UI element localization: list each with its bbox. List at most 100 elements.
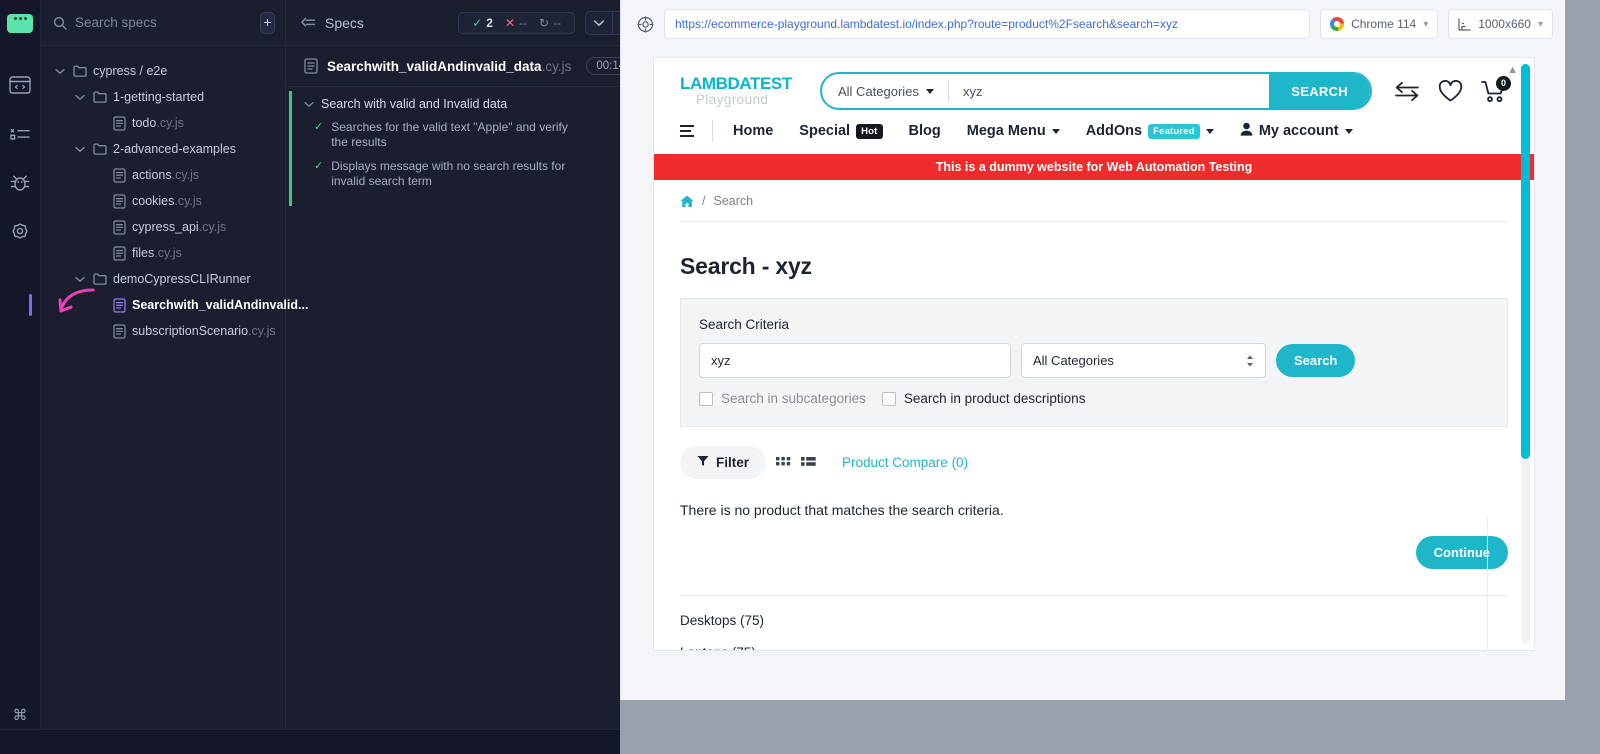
suite-header[interactable]: Search with valid and Invalid data — [304, 97, 635, 111]
spec-file-extension: .cy.js — [541, 58, 572, 74]
chevron-down-icon[interactable] — [586, 12, 612, 34]
tree-file-row[interactable]: subscriptionScenario.cy.js — [41, 318, 285, 344]
tree-folder-row[interactable]: 1-getting-started — [41, 84, 285, 110]
nav-item-home[interactable]: Home — [733, 123, 773, 139]
nav-item-special[interactable]: Special Hot — [799, 123, 883, 139]
nav-divider — [712, 120, 713, 142]
test-row[interactable]: ✓ Displays message with no search results… — [314, 159, 635, 189]
specs-tree-panel: + cypress / e2e 1-getting-started todo.cy.… — [29, 0, 308, 754]
tree-row-label: 2-advanced-examples — [113, 142, 236, 156]
spec-file-name: Searchwith_validAndinvalid_data.cy.js — [327, 59, 571, 74]
file-icon — [113, 115, 126, 131]
tree-row-label: demoCypressCLIRunner — [113, 272, 251, 286]
continue-row: Continue — [680, 518, 1508, 569]
search-criteria-label: Search Criteria — [699, 317, 790, 332]
logo-subtitle: Playground — [696, 91, 769, 107]
filter-button[interactable]: Filter — [680, 446, 767, 479]
tree-folder-row[interactable]: cypress / e2e — [41, 58, 285, 84]
site-search-button[interactable]: SEARCH — [1269, 74, 1370, 108]
site-logo[interactable]: LAMBDATEST Playground — [680, 73, 808, 107]
tree-file-row[interactable]: actions.cy.js — [41, 162, 285, 188]
tree-row-label: 1-getting-started — [113, 90, 205, 104]
settings-rail-icon[interactable] — [0, 212, 40, 252]
subcategories-checkbox-item[interactable]: Search in subcategories — [699, 391, 866, 406]
filter-label: Filter — [716, 455, 750, 470]
logo-name: LAMBDATEST — [680, 73, 792, 93]
search-category-label: All Categories — [838, 83, 919, 99]
category-item[interactable]: Laptops (75) — [680, 628, 1508, 650]
tree-row-label: actions.cy.js — [132, 168, 200, 182]
chevron-down-icon[interactable] — [75, 276, 87, 283]
category-item[interactable]: Desktops (75) — [680, 596, 1508, 628]
breadcrumb-current[interactable]: Search — [713, 194, 753, 208]
grid-view-icon[interactable] — [776, 456, 791, 470]
cypress-icon-rail: ⌘ — [0, 0, 41, 754]
check-icon: ✓ — [472, 15, 483, 30]
tree-file-row[interactable]: todo.cy.js — [41, 110, 285, 136]
collapse-left-icon[interactable] — [300, 16, 315, 29]
home-icon[interactable] — [680, 195, 694, 208]
viewport-scrollbar-thumb[interactable] — [1521, 64, 1530, 459]
search-criteria-input[interactable] — [699, 343, 1011, 378]
tree-row-label: files.cy.js — [132, 246, 182, 260]
browser-preview-area: https://ecommerce-playground.lambdatest.… — [620, 0, 1600, 754]
debug-rail-icon[interactable] — [0, 163, 40, 203]
command-key-icon[interactable]: ⌘ — [13, 706, 28, 724]
subcategories-checkbox[interactable] — [699, 391, 713, 406]
chevron-down-icon[interactable] — [55, 68, 67, 75]
search-category-select[interactable]: All Categories — [1021, 343, 1266, 378]
nav-item-my-account[interactable]: My account — [1240, 122, 1353, 140]
stat-failed: ✕ -- — [500, 16, 532, 30]
compare-icon[interactable] — [1394, 81, 1420, 101]
user-icon — [1240, 122, 1253, 140]
search-criteria-panel: Search Criteria All Categories — [680, 298, 1508, 427]
nav-item-label: My account — [1258, 123, 1339, 139]
tree-file-row[interactable]: Searchwith_validAndinvalid... — [29, 288, 308, 318]
tree-file-row[interactable]: cypress_api.cy.js — [41, 214, 285, 240]
test-row[interactable]: ✓ Searches for the valid text "Apple" and… — [314, 120, 635, 150]
criteria-search-button[interactable]: Search — [1276, 344, 1356, 377]
add-spec-button[interactable]: + — [260, 11, 275, 34]
chevron-down-icon[interactable] — [75, 146, 87, 153]
runs-rail-icon[interactable] — [0, 114, 40, 154]
chevron-down-icon[interactable] — [75, 94, 87, 101]
resolution-select-pill[interactable]: 1000x660 ▾ — [1448, 9, 1553, 39]
nav-item-blog[interactable]: Blog — [909, 123, 941, 139]
chevron-down-icon — [1051, 128, 1060, 134]
list-view-icon[interactable] — [801, 456, 816, 470]
search-specs-input[interactable] — [75, 15, 252, 30]
website-viewport: ▲ LAMBDATEST Playground All Categories x… — [654, 58, 1534, 650]
cart-icon[interactable]: 0 — [1481, 75, 1511, 103]
search-category-dropdown[interactable]: All Categories — [822, 84, 948, 99]
resolution-icon — [1458, 17, 1471, 31]
tree-file-row[interactable]: cookies.cy.js — [41, 188, 285, 214]
continue-button[interactable]: Continue — [1415, 536, 1508, 569]
url-input[interactable]: https://ecommerce-playground.lambdatest.… — [664, 9, 1311, 39]
hamburger-menu-icon[interactable] — [680, 125, 694, 137]
stepper-icon — [1246, 355, 1254, 367]
tree-folder-row[interactable]: demoCypressCLIRunner — [41, 266, 285, 292]
specs-rail-icon[interactable] — [0, 65, 40, 105]
descriptions-checkbox[interactable] — [881, 391, 896, 406]
spec-detail-panel: Specs ✓ 2 ✕ -- ↻ -- Searchwith_validAndi… — [286, 0, 650, 754]
site-body: / Search Search - xyz Search Criteria Al… — [654, 180, 1534, 650]
tree-file-row[interactable]: files.cy.js — [41, 240, 285, 266]
crosshair-icon[interactable] — [637, 15, 654, 33]
nav-item-mega-menu[interactable]: Mega Menu — [967, 123, 1060, 139]
wishlist-heart-icon[interactable] — [1438, 79, 1463, 103]
browser-select-pill[interactable]: Chrome 114 ▾ — [1320, 9, 1439, 39]
tree-row-label: cypress_api.cy.js — [132, 220, 227, 234]
suite-name: Search with valid and Invalid data — [321, 97, 508, 111]
chevron-down-icon: ▾ — [1423, 18, 1429, 30]
cypress-app-window: ⌘ + cypress / e2e 1-getting-started todo.c… — [0, 0, 650, 754]
failed-count: -- — [519, 15, 528, 30]
chevron-down-icon — [925, 88, 934, 94]
nav-item-label: Home — [733, 123, 774, 139]
chevron-up-icon[interactable]: ▲ — [1507, 64, 1518, 76]
tree-folder-row[interactable]: 2-advanced-examples — [41, 136, 285, 162]
site-search-input[interactable] — [948, 83, 1270, 99]
spec-file-row[interactable]: Searchwith_validAndinvalid_data.cy.js 00… — [286, 46, 650, 87]
descriptions-checkbox-item[interactable]: Search in product descriptions — [881, 391, 1085, 406]
nav-item-addons[interactable]: AddOns Featured — [1086, 123, 1214, 139]
product-compare-link[interactable]: Product Compare (0) — [842, 455, 968, 470]
